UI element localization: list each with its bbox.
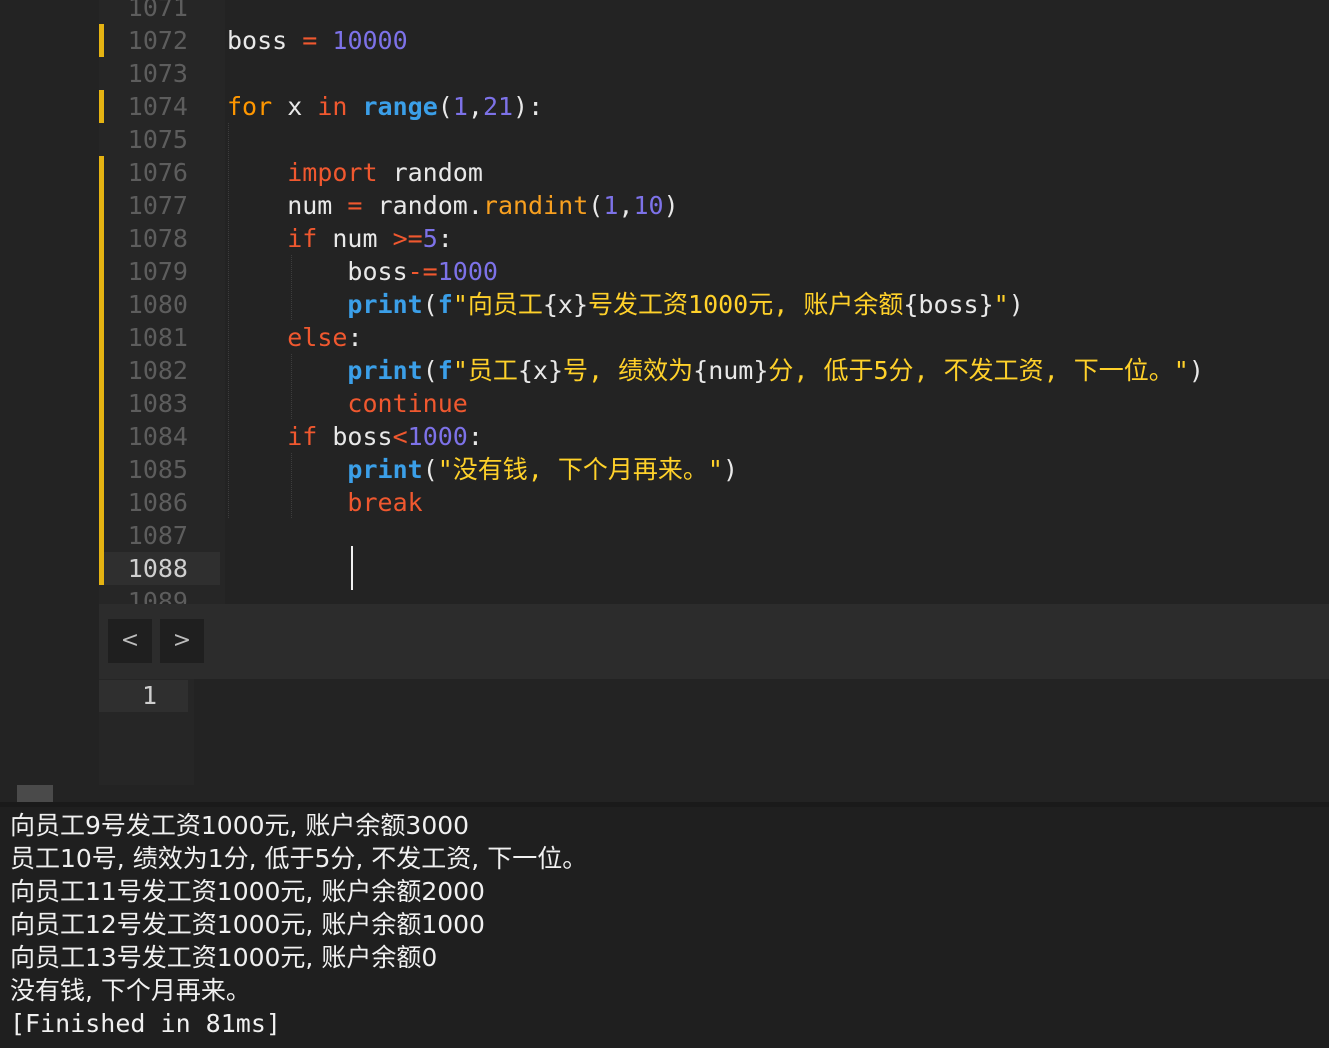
chevron-left-icon: < (120, 628, 140, 653)
chevron-right-icon: > (172, 628, 192, 653)
code-text[interactable]: for x in range(1,21): (227, 90, 543, 123)
scrollbar-thumb[interactable] (17, 785, 53, 802)
line-number: 1074 (127, 92, 188, 121)
line-number: 1080 (127, 290, 188, 319)
secondary-editor-text-area[interactable] (194, 679, 1329, 785)
code-line[interactable]: 1084 if boss<1000: (0, 420, 1329, 453)
code-line[interactable]: 1085 print("没有钱, 下个月再来。") (0, 453, 1329, 486)
code-text[interactable]: print("没有钱, 下个月再来。") (227, 453, 738, 486)
code-line[interactable]: 1078 if num >=5: (0, 222, 1329, 255)
line-number: 1079 (127, 257, 188, 286)
code-text[interactable]: print(f"员工{x}号, 绩效为{num}分, 低于5分, 不发工资, 下… (227, 354, 1203, 387)
line-number: 1084 (127, 422, 188, 451)
line-number: 1075 (127, 125, 188, 154)
code-line[interactable]: 1079 boss-=1000 (0, 255, 1329, 288)
code-text[interactable]: break (227, 486, 422, 519)
indent-guide (291, 255, 292, 320)
line-number: 1081 (127, 323, 188, 352)
code-line[interactable]: 1080 print(f"向员工{x}号发工资1000元, 账户余额{boss}… (0, 288, 1329, 321)
line-number: 1082 (127, 356, 188, 385)
navigation-bar (99, 604, 1329, 679)
indent-guide (228, 123, 229, 518)
line-number: 1077 (127, 191, 188, 220)
code-line[interactable]: 1083 continue (0, 387, 1329, 420)
code-text[interactable]: if num >=5: (227, 222, 453, 255)
line-number: 1073 (127, 59, 188, 88)
console-line: 没有钱, 下个月再来。 (10, 976, 251, 1005)
code-line[interactable]: 1073 (0, 57, 1329, 90)
line-number: 1072 (127, 26, 188, 55)
line-number: 1085 (127, 455, 188, 484)
code-text[interactable]: print(f"向员工{x}号发工资1000元, 账户余额{boss}") (227, 288, 1023, 321)
code-line[interactable]: 1081 else: (0, 321, 1329, 354)
text-cursor (351, 546, 353, 590)
code-line[interactable]: 1082 print(f"员工{x}号, 绩效为{num}分, 低于5分, 不发… (0, 354, 1329, 387)
code-editor[interactable]: 1071 1072 boss = 10000 1073 1074 for x in ran… (0, 0, 1329, 604)
console-line: 向员工9号发工资1000元, 账户余额3000 (10, 811, 470, 840)
code-line[interactable]: 1071 (0, 0, 1329, 24)
output-console[interactable]: 向员工9号发工资1000元, 账户余额3000 员工10号, 绩效为1分, 低于… (0, 807, 1329, 1048)
code-text[interactable]: import random (227, 156, 483, 189)
code-line[interactable]: 1074 for x in range(1,21): (0, 90, 1329, 123)
line-number: 1086 (127, 488, 188, 517)
console-line: 员工10号, 绩效为1分, 低于5分, 不发工资, 下一位。 (10, 844, 588, 873)
line-number: 1083 (127, 389, 188, 418)
code-text[interactable]: continue (227, 387, 467, 420)
line-number: 1076 (127, 158, 188, 187)
code-text[interactable]: num = random.randint(1,10) (227, 189, 678, 222)
indent-guide (291, 354, 292, 419)
line-number: 1089 (127, 587, 188, 604)
secondary-line-number: 1 (141, 681, 157, 710)
code-line[interactable]: 1086 break (0, 486, 1329, 519)
indent-guide (291, 453, 292, 518)
code-line[interactable]: 1075 (0, 123, 1329, 156)
console-line: 向员工11号发工资1000元, 账户余额2000 (10, 877, 485, 906)
prev-button[interactable]: < (108, 619, 152, 663)
next-button[interactable]: > (160, 619, 204, 663)
code-line[interactable]: 1089 (0, 585, 1329, 604)
line-number: 1078 (127, 224, 188, 253)
code-text[interactable]: boss-=1000 (227, 255, 498, 288)
console-line: 向员工12号发工资1000元, 账户余额1000 (10, 910, 485, 939)
code-line[interactable]: 1087 (0, 519, 1329, 552)
code-text[interactable]: else: (227, 321, 362, 354)
code-line[interactable]: 1077 num = random.randint(1,10) (0, 189, 1329, 222)
code-line[interactable]: 1072 boss = 10000 (0, 24, 1329, 57)
line-number: 1071 (127, 0, 188, 22)
console-finished-line: [Finished in 81ms] (10, 1009, 281, 1038)
line-number: 1087 (127, 521, 188, 550)
horizontal-scrollbar[interactable] (0, 785, 1329, 802)
code-line[interactable]: 1088 (0, 552, 1329, 585)
console-line: 向员工13号发工资1000元, 账户余额0 (10, 943, 438, 972)
code-text[interactable]: if boss<1000: (227, 420, 483, 453)
line-number: 1088 (127, 554, 188, 583)
code-line[interactable]: 1076 import random (0, 156, 1329, 189)
code-text[interactable]: boss = 10000 (227, 24, 408, 57)
